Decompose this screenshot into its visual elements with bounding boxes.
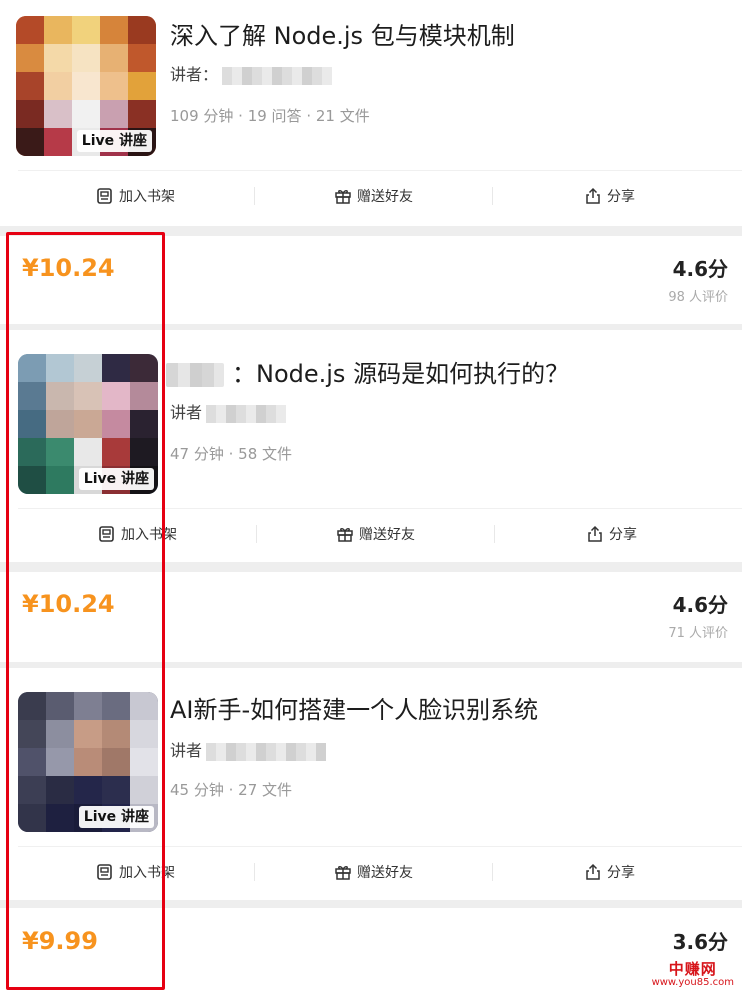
share-button[interactable]: 分享 [584, 847, 635, 897]
rating-score: 3.6分 [672, 930, 728, 954]
shelf-icon [99, 526, 114, 542]
add-to-shelf-label: 加入书架 [121, 527, 177, 543]
share-label: 分享 [607, 865, 635, 881]
action-bar: 加入书架 赠送好友 分享 [18, 170, 742, 221]
gift-label: 赠送好友 [359, 527, 415, 543]
review-count: 98 人评价 [668, 290, 728, 305]
course-card-2[interactable]: Live 讲座 ：Node.js 源码是如何执行的？ 讲者 47 分钟 · 58… [0, 330, 742, 562]
price-row-3: ¥9.99 3.6分 [0, 908, 742, 994]
add-to-shelf-label: 加入书架 [119, 189, 175, 205]
gift-icon [337, 528, 353, 542]
gift-label: 赠送好友 [357, 189, 413, 205]
gift-button[interactable]: 赠送好友 [334, 847, 413, 897]
live-badge: Live 讲座 [76, 130, 152, 152]
live-badge: Live 讲座 [78, 468, 154, 490]
price-row-1: ¥10.24 4.6分 98 人评价 [0, 236, 742, 324]
course-thumbnail[interactable]: Live 讲座 [18, 354, 158, 494]
lecturer-name-redacted [206, 404, 287, 423]
price: ¥9.99 [22, 927, 98, 955]
title-prefix-redacted [166, 363, 224, 387]
share-icon [586, 863, 600, 880]
gift-button[interactable]: 赠送好友 [334, 171, 413, 221]
course-title[interactable]: 深入了解 Node.js 包与模块机制 [170, 20, 515, 52]
gift-button[interactable]: 赠送好友 [336, 509, 415, 559]
course-thumbnail[interactable]: Live 讲座 [16, 16, 156, 156]
review-count: 71 人评价 [668, 626, 728, 641]
course-card-3[interactable]: Live 讲座 AI新手-如何搭建一个人脸识别系统 讲者 45 分钟 · 27 … [0, 668, 742, 900]
live-badge: Live 讲座 [78, 806, 154, 828]
add-to-shelf-button[interactable]: 加入书架 [98, 509, 177, 559]
watermark: 中赚网 www.you85.com [652, 962, 734, 990]
lecturer: 讲者 [170, 402, 287, 424]
shelf-icon [97, 864, 112, 880]
course-title[interactable]: ：Node.js 源码是如何执行的？ [166, 358, 569, 390]
rating-score: 4.6分 [672, 593, 728, 617]
course-card-1[interactable]: Live 讲座 深入了解 Node.js 包与模块机制 讲者： 109 分钟 ·… [0, 0, 742, 226]
course-thumbnail[interactable]: Live 讲座 [18, 692, 158, 832]
lecturer-label: 讲者： [170, 65, 219, 84]
course-title-text: ：Node.js 源码是如何执行的？ [232, 360, 570, 388]
action-bar: 加入书架 赠送好友 分享 [18, 508, 742, 559]
course-title[interactable]: AI新手-如何搭建一个人脸识别系统 [170, 694, 538, 726]
rating-score: 4.6分 [672, 257, 728, 281]
share-icon [586, 187, 600, 204]
add-to-shelf-label: 加入书架 [119, 865, 175, 881]
share-icon [588, 525, 602, 542]
price-row-2: ¥10.24 4.6分 71 人评价 [0, 572, 742, 662]
lecturer: 讲者 [170, 740, 327, 762]
lecturer-name-redacted [206, 742, 327, 761]
add-to-shelf-button[interactable]: 加入书架 [96, 847, 175, 897]
gift-label: 赠送好友 [357, 865, 413, 881]
lecturer-label: 讲者 [170, 741, 203, 760]
lecturer: 讲者： [170, 64, 333, 86]
course-meta: 47 分钟 · 58 文件 [170, 445, 293, 463]
gift-icon [335, 866, 351, 880]
share-button[interactable]: 分享 [584, 171, 635, 221]
lecturer-label: 讲者 [170, 403, 203, 422]
course-meta: 109 分钟 · 19 问答 · 21 文件 [170, 107, 370, 125]
shelf-icon [97, 188, 112, 204]
gift-icon [335, 190, 351, 204]
share-button[interactable]: 分享 [586, 509, 637, 559]
action-bar: 加入书架 赠送好友 分享 [18, 846, 742, 897]
watermark-brand: 中赚网 [668, 960, 717, 978]
price: ¥10.24 [22, 590, 115, 618]
course-meta: 45 分钟 · 27 文件 [170, 781, 293, 799]
lecturer-name-redacted [222, 66, 333, 85]
watermark-url: www.you85.com [651, 977, 734, 988]
add-to-shelf-button[interactable]: 加入书架 [96, 171, 175, 221]
price: ¥10.24 [22, 254, 115, 282]
share-label: 分享 [607, 189, 635, 205]
share-label: 分享 [609, 527, 637, 543]
